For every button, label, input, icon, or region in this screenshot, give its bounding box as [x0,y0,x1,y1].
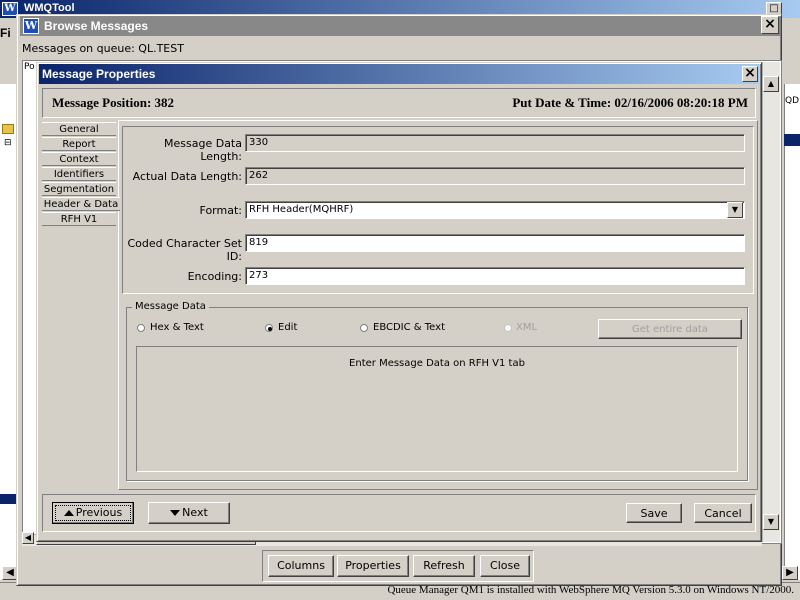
message-data-legend: Message Data [132,301,209,312]
radio-xml-label: XML [516,322,538,333]
tab-general[interactable]: General [42,122,116,136]
app-menu-file[interactable]: Fi [0,26,11,40]
message-data-text: Enter Message Data on RFH V1 tab [349,358,525,369]
browse-logo-icon: W [23,18,39,34]
format-select[interactable]: RFH Header(MQHRF) [245,201,745,219]
cancel-button[interactable]: Cancel [694,503,752,523]
encoding-label: Encoding: [187,270,242,283]
properties-button[interactable]: Properties [337,555,409,577]
radio-ebcdic-text-label[interactable]: EBCDIC & Text [373,322,445,333]
radio-ebcdic-text[interactable] [360,324,368,332]
put-date-time: Put Date & Time: 02/16/2006 08:20:18 PM [512,95,748,110]
radio-xml [504,324,512,332]
dialog-title: Message Properties [42,67,156,81]
save-button[interactable]: Save [626,503,682,523]
browse-title: Browse Messages [44,19,149,33]
actual-data-length-field: 262 [245,167,745,185]
refresh-button[interactable]: Refresh [413,555,475,577]
column-header-position[interactable]: Po [24,62,35,72]
msg-data-length-label: Message Data Length: [164,137,242,163]
message-position: Message Position: 382 [52,95,175,110]
previous-label: Previous [75,506,123,519]
tab-segmentation[interactable]: Segmentation [42,182,116,196]
app-right-panel [784,84,800,580]
tab-context[interactable]: Context [42,152,116,166]
radio-edit-label[interactable]: Edit [278,322,297,333]
scroll-down-icon[interactable]: ▼ [763,514,779,530]
app-column-fragment: QD [785,96,800,106]
close-button[interactable]: Close [480,555,530,577]
ccsid-label: Coded Character Set ID: [127,237,242,263]
get-entire-data-button: Get entire data [598,319,742,339]
scroll-up-icon[interactable]: ▲ [763,76,779,92]
app-scroll-right-icon[interactable]: ▶ [782,566,798,580]
browse-close-icon[interactable]: × [761,16,779,34]
app-title: WMQTool [24,2,75,14]
scroll-left-icon[interactable]: ◀ [22,532,34,544]
actual-data-length-label: Actual Data Length: [132,170,242,183]
previous-button[interactable]: Previous [52,502,134,524]
radio-hex-text-label[interactable]: Hex & Text [150,322,204,333]
tab-header-data[interactable]: Header & Data [42,197,120,211]
encoding-field[interactable]: 273 [245,267,745,285]
tab-rfh-v1[interactable]: RFH V1 [42,212,116,226]
radio-hex-text[interactable] [137,324,145,332]
msg-data-length-field: 330 [245,134,745,152]
queue-label: Messages on queue: QL.TEST [22,42,184,55]
radio-edit[interactable] [265,324,273,332]
ccsid-field[interactable]: 819 [245,234,745,252]
chevron-down-icon[interactable]: ▼ [727,202,743,218]
tree-collapse-icon[interactable]: ⊟ [4,138,12,148]
tab-report[interactable]: Report [42,137,116,151]
dialog-close-icon[interactable]: × [742,66,758,82]
columns-button[interactable]: Columns [268,555,334,577]
next-button[interactable]: Next [148,502,230,524]
next-label: Next [182,506,208,519]
app-selected-row-right[interactable] [784,134,800,146]
arrow-up-icon [63,506,76,519]
messages-vertical-scrollbar[interactable] [762,62,780,542]
tab-identifiers[interactable]: Identifiers [42,167,116,181]
folder-icon[interactable] [2,124,14,134]
arrow-down-icon [170,506,182,519]
format-label: Format: [199,204,242,217]
